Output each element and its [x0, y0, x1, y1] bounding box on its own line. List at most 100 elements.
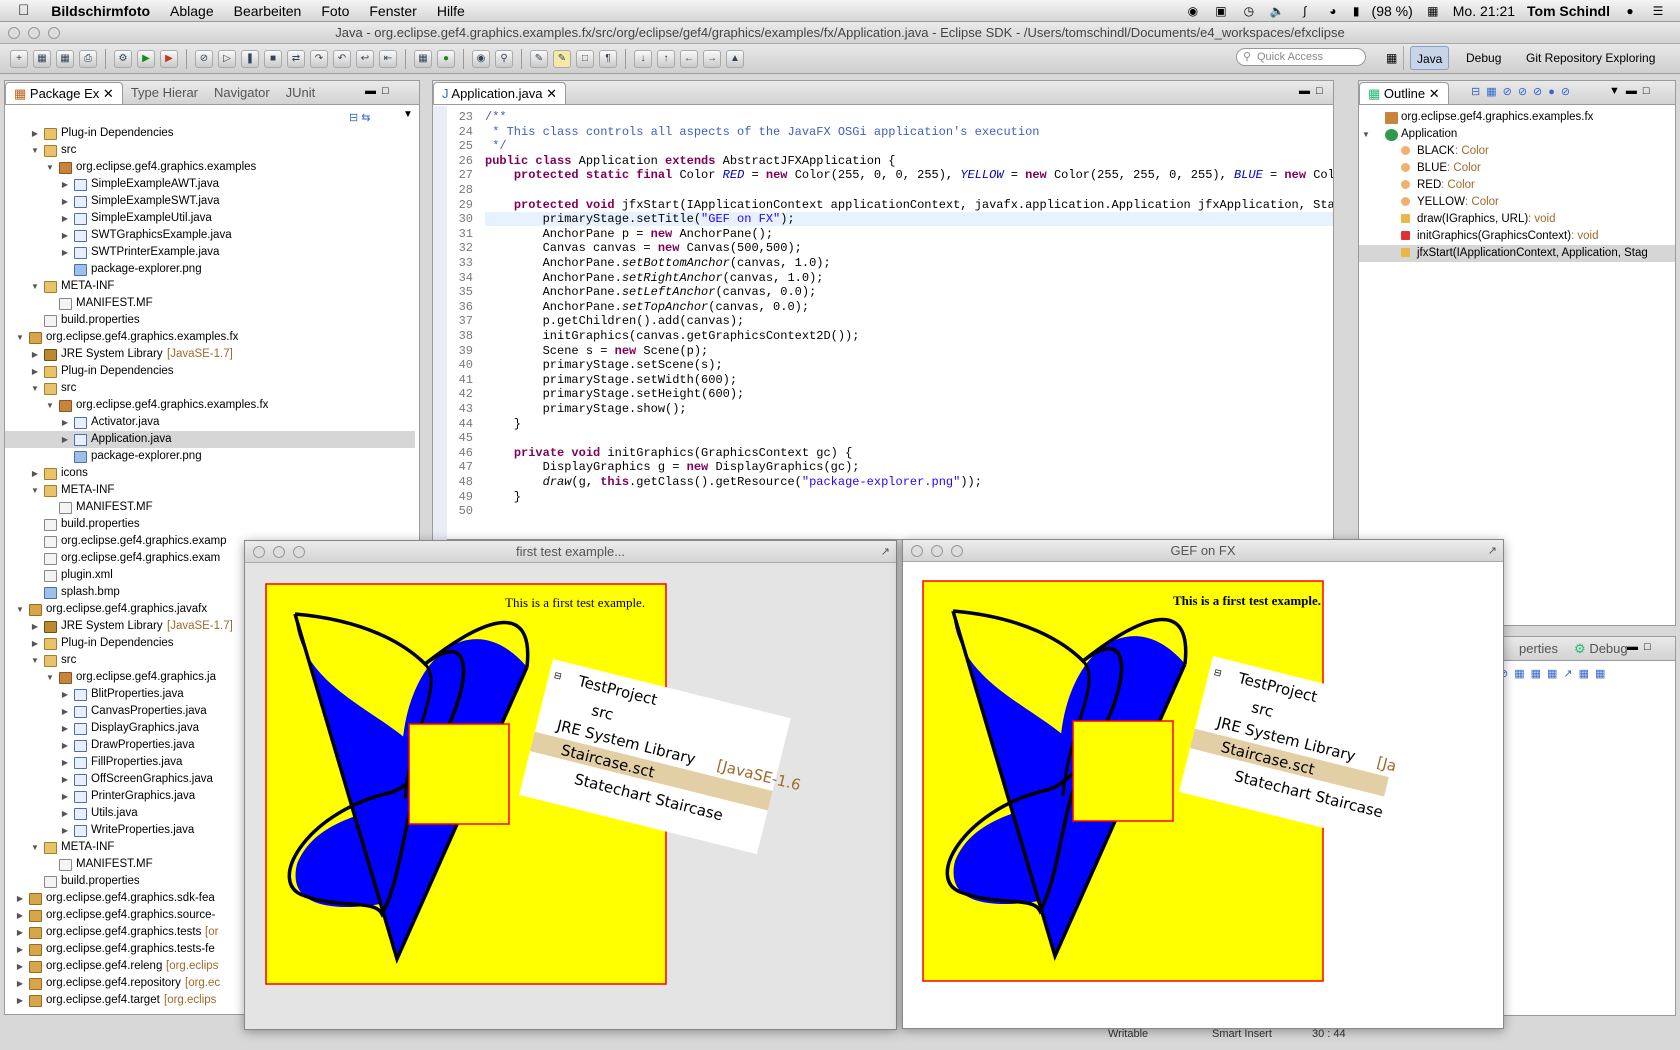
save-icon[interactable]: ▦ — [33, 49, 51, 68]
fullscreen-icon[interactable]: ↗ — [1488, 540, 1497, 562]
code-line[interactable]: * This class controls all aspects of the… — [485, 125, 1039, 139]
outline-item[interactable]: ▼ Application — [1359, 126, 1675, 143]
collapse-all-icon[interactable]: ⊟ ⇆ — [349, 111, 371, 124]
code-line[interactable]: Scene s = new Scene(p); — [485, 344, 709, 358]
expand-arrow-icon[interactable]: ▶ — [15, 890, 25, 907]
outline-item[interactable]: initGraphics(GraphicsContext) : void — [1359, 228, 1675, 245]
code-line[interactable]: Canvas canvas = new Canvas(500,500); — [485, 241, 802, 255]
minimize-icon[interactable]: ▬ — [1627, 641, 1638, 653]
outline-item[interactable]: jfxStart(IApplicationContext, Applicatio… — [1359, 245, 1675, 262]
outline-item[interactable]: org.eclipse.gef4.graphics.examples.fx — [1359, 109, 1675, 126]
tree-row[interactable]: ▼ src — [5, 142, 415, 159]
collapse-arrow-icon[interactable]: ▼ — [30, 380, 40, 397]
forward-icon[interactable]: → — [703, 49, 721, 68]
window-controls[interactable] — [911, 545, 963, 557]
close-icon[interactable] — [911, 545, 923, 557]
expand-arrow-icon[interactable]: ▶ — [60, 193, 70, 210]
code-line[interactable]: protected static final Color RED = new C… — [485, 168, 1333, 182]
view-menu-icon[interactable]: ▼ — [403, 109, 413, 120]
tree-row[interactable]: ▼ META-INF — [5, 278, 415, 295]
expand-arrow-icon[interactable]: ▶ — [30, 346, 40, 363]
tab-application-java[interactable]: J Application.java ✕ — [433, 82, 566, 104]
tree-row[interactable]: ▶ Plug-in Dependencies — [5, 363, 415, 380]
expand-arrow-icon[interactable]: ▶ — [60, 431, 70, 448]
tree-row[interactable]: ▶ Activator.java — [5, 414, 415, 431]
expand-arrow-icon[interactable]: ▶ — [60, 703, 70, 720]
menu-foto[interactable]: Foto — [311, 3, 359, 19]
notifications-icon[interactable]: ☰ — [1650, 4, 1666, 18]
menu-fenster[interactable]: Fenster — [359, 3, 426, 19]
code-line[interactable]: /** — [485, 110, 507, 124]
tree-row[interactable]: build.properties — [5, 516, 415, 533]
expand-arrow-icon[interactable]: ▶ — [60, 720, 70, 737]
tab-debug[interactable]: ⚙ Debug — [1566, 638, 1636, 660]
menu-app[interactable]: Bildschirmfoto — [41, 3, 160, 19]
time-machine-icon[interactable]: ◷ — [1241, 4, 1257, 18]
open-perspective-button[interactable]: ▦ — [1380, 46, 1405, 70]
code-line[interactable]: } — [485, 417, 521, 431]
code-line[interactable]: p.getChildren().add(canvas); — [485, 314, 745, 328]
code-line[interactable]: DisplayGraphics g = new DisplayGraphics(… — [485, 460, 860, 474]
expand-arrow-icon[interactable]: ▶ — [15, 958, 25, 975]
expand-arrow-icon[interactable]: ▶ — [15, 992, 25, 1009]
collapse-arrow-icon[interactable]: ▼ — [45, 669, 55, 686]
expand-arrow-icon[interactable]: ▶ — [60, 822, 70, 839]
maximize-icon[interactable]: □ — [1643, 85, 1650, 97]
block-select-icon[interactable]: □ — [576, 49, 594, 68]
menu-bearbeiten[interactable]: Bearbeiten — [224, 3, 312, 19]
expand-arrow-icon[interactable]: ▶ — [60, 244, 70, 261]
status-icon-2[interactable]: ▣ — [1213, 4, 1229, 18]
code-line[interactable]: } — [485, 490, 521, 504]
code-line[interactable]: primaryStage.show(); — [485, 402, 687, 416]
volume-icon[interactable]: 🔈 — [1269, 4, 1285, 18]
tree-row[interactable]: ▶ SimpleExampleAWT.java — [5, 176, 415, 193]
close-icon[interactable] — [8, 27, 20, 39]
code-line[interactable]: AnchorPane.setTopAnchor(canvas, 0.0); — [485, 300, 809, 314]
maximize-icon[interactable]: □ — [1316, 85, 1323, 97]
resume-icon[interactable]: ▷ — [218, 49, 236, 68]
tree-row[interactable]: ▼ src — [5, 380, 415, 397]
user-name[interactable]: Tom Schindl — [1527, 3, 1610, 19]
new-class-icon[interactable]: ● — [437, 49, 455, 68]
tree-row[interactable]: ▶ icons — [5, 465, 415, 482]
expand-arrow-icon[interactable]: ▶ — [60, 176, 70, 193]
quick-access-field[interactable]: ⚲ Quick Access — [1236, 48, 1366, 66]
code-line[interactable]: AnchorPane p = new AnchorPane(); — [485, 227, 773, 241]
collapse-arrow-icon[interactable]: ▼ — [15, 601, 25, 618]
minimize-icon[interactable] — [931, 545, 943, 557]
zoom-icon[interactable] — [48, 27, 60, 39]
maximize-icon[interactable]: □ — [382, 85, 389, 97]
outline-item[interactable]: RED : Color — [1359, 177, 1675, 194]
code-line[interactable]: AnchorPane.setRightAnchor(canvas, 1.0); — [485, 271, 824, 285]
tab-navigator[interactable]: Navigator — [206, 82, 278, 104]
collapse-arrow-icon[interactable]: ▼ — [45, 397, 55, 414]
code-line[interactable]: initGraphics(canvas.getGraphicsContext2D… — [485, 329, 860, 343]
view-menu-icon[interactable]: ▼ — [1609, 85, 1620, 97]
expand-arrow-icon[interactable]: ▶ — [30, 465, 40, 482]
collapse-arrow-icon[interactable]: ▼ — [30, 839, 40, 856]
tree-row[interactable]: ▼ org.eclipse.gef4.graphics.examples.fx — [5, 329, 415, 346]
open-type-icon[interactable]: ◉ — [472, 49, 490, 68]
minimize-icon[interactable]: ▬ — [1626, 85, 1637, 97]
tree-row[interactable]: ▶ Plug-in Dependencies — [5, 125, 415, 142]
expand-arrow-icon[interactable]: ▶ — [60, 771, 70, 788]
pin-editor-icon[interactable]: ▲ — [726, 49, 744, 68]
expand-arrow-icon[interactable]: ▶ — [60, 210, 70, 227]
window-controls[interactable] — [253, 546, 305, 558]
collapse-arrow-icon[interactable]: ▼ — [30, 278, 40, 295]
close-icon[interactable]: ✕ — [1429, 86, 1440, 101]
terminate-icon[interactable]: ■ — [264, 49, 282, 68]
perspective-java[interactable]: Java — [1410, 46, 1450, 70]
code-line[interactable]: */ — [485, 139, 506, 153]
toggle-mark-icon[interactable]: ✎ — [530, 49, 548, 68]
collapse-arrow-icon[interactable]: ▼ — [1361, 126, 1371, 143]
disconnect-icon[interactable]: ⇄ — [287, 49, 305, 68]
suspend-icon[interactable]: ❚ — [241, 49, 259, 68]
expand-arrow-icon[interactable]: ▶ — [60, 414, 70, 431]
outline-item[interactable]: BLACK : Color — [1359, 143, 1675, 160]
tree-row[interactable]: ▶ SWTPrinterExample.java — [5, 244, 415, 261]
collapse-arrow-icon[interactable]: ▼ — [15, 329, 25, 346]
code-line[interactable]: protected void jfxStart(IApplicationCont… — [485, 198, 1333, 212]
code-line[interactable]: draw(g, this.getClass().getResource("pac… — [485, 475, 982, 489]
prev-annotation-icon[interactable]: ↑ — [657, 49, 675, 68]
